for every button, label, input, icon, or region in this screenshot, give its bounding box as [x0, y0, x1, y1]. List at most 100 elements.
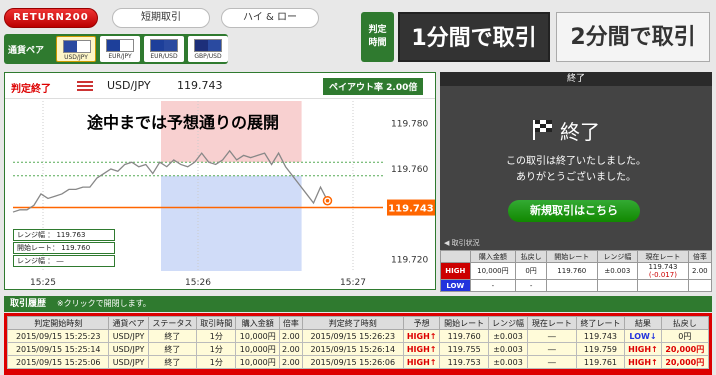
history-cell: ―: [527, 355, 577, 369]
payout-rate-badge: ペイアウト率 2.00倍: [323, 78, 424, 95]
chart-panel: 判定終了 USD/JPY 119.743 ペイアウト率 2.00倍 15:25 1…: [4, 72, 436, 290]
result-panel: 終了 終了 この取引は終了いたしました。 ありがとうございました。 新規取引はこ…: [440, 72, 713, 292]
history-cell: 2015/09/15 15:25:23: [6, 329, 110, 343]
current-rate-tag-label: 119.743: [388, 204, 434, 215]
history-cell: 2.00: [279, 355, 303, 369]
gbpusd-flag-icon: [194, 39, 222, 52]
usdjpy-flag-icon: [63, 40, 91, 53]
y-tick-label: 119.780: [391, 120, 428, 130]
history-col-header: 結果: [624, 316, 662, 330]
us-flag-icon: [77, 81, 93, 91]
start-rate-label: 開始レート： 119.760: [13, 242, 115, 254]
history-cell: USD/JPY: [108, 355, 149, 369]
history-cell: 119.760: [439, 329, 489, 343]
checkered-flag-icon: [532, 118, 556, 140]
history-cell: 20,000円: [660, 355, 710, 369]
history-cell: 2.00: [279, 342, 303, 356]
eurusd-flag-icon: [150, 39, 178, 52]
history-cell: 終了: [147, 342, 198, 356]
one-minute-button[interactable]: 1分間で取引: [398, 12, 550, 62]
history-col-header: 倍率: [279, 316, 303, 330]
history-cell: USD/JPY: [108, 329, 149, 343]
new-trade-button[interactable]: 新規取引はこちら: [508, 200, 640, 222]
y-tick-label: 119.720: [391, 256, 428, 266]
history-cell: 119.755: [439, 342, 489, 356]
result-message-1: この取引は終了いたしました。: [506, 156, 646, 167]
current-rate: 119.743: [177, 79, 223, 92]
history-cell: 2015/09/15 15:25:14: [6, 342, 110, 356]
history-cell: 終了: [147, 355, 198, 369]
history-col-header: ステータス: [147, 316, 198, 330]
history-cell: 10,000円: [235, 329, 281, 343]
history-row[interactable]: 2015/09/15 15:25:14 USD/JPY 終了 1分 10,000円 2.0…: [6, 342, 710, 356]
history-cell: 2015/09/15 15:25:06: [6, 355, 110, 369]
history-cell: 2015/09/15 15:26:23: [301, 329, 405, 343]
y-tick-label: 119.760: [391, 165, 428, 175]
history-col-header: 予想: [402, 316, 441, 330]
table-row: HIGH 10,000円 0円 119.760 ±0.003 119.743 (-…: [440, 262, 713, 280]
eurjpy-flag-icon: [106, 39, 134, 52]
history-row[interactable]: 2015/09/15 15:25:06 USD/JPY 終了 1分 10,000円 2.0…: [6, 355, 710, 369]
history-cell: 0円: [660, 329, 710, 343]
tab-short-term[interactable]: 短期取引: [112, 8, 210, 28]
history-col-header: 取引時間: [196, 316, 237, 330]
history-col-header: 払戻し: [660, 316, 710, 330]
history-col-header: 購入金額: [235, 316, 281, 330]
history-cell: 119.761: [575, 355, 626, 369]
table-row: LOW - -: [440, 279, 713, 292]
tab-return200[interactable]: RETURN200: [4, 8, 98, 28]
history-cell: HIGH↑: [402, 342, 441, 356]
history-col-header: 現在レート: [527, 316, 577, 330]
trade-status-label: ◀ 取引状況: [444, 239, 480, 247]
range-lower-label: レンジ幅 ： ―: [13, 255, 115, 267]
history-cell: 20,000円: [660, 342, 710, 356]
pair-name: USD/JPY: [107, 79, 151, 92]
history-header[interactable]: 取引履歴 ※クリックで開閉します。: [4, 296, 712, 312]
history-table: 判定開始時刻 通貨ペア ステータス 取引時間 購入金額 倍率 判定終了時刻 予想 開始レート レン…: [6, 316, 710, 369]
trade-status-table: 購入金額 払戻し 開始レート レンジ幅 現在レート 倍率 HIGH 10,000…: [440, 250, 713, 292]
table-header-row: 購入金額 払戻し 開始レート レンジ幅 現在レート 倍率: [440, 250, 713, 263]
history-cell: 10,000円: [235, 355, 281, 369]
history-cell: ―: [527, 342, 577, 356]
history-cell: 1分: [196, 329, 237, 343]
history-cell: HIGH↑: [624, 342, 662, 356]
history-cell: ±0.003: [487, 329, 529, 343]
currency-pair-bar: 通貨ペア USD/JPY EUR/JPY EUR/USD GBP/USD: [4, 34, 228, 64]
history-cell: 1分: [196, 342, 237, 356]
x-tick-label: 15:27: [340, 278, 366, 288]
history-cell: LOW↓: [624, 329, 662, 343]
history-cell: 2015/09/15 15:26:06: [301, 355, 405, 369]
range-upper-label: レンジ幅 ： 119.763: [13, 229, 115, 241]
history-cell: HIGH↑: [624, 355, 662, 369]
history-table-wrapper: 判定開始時刻 通貨ペア ステータス 取引時間 購入金額 倍率 判定終了時刻 予想 開始レート レン…: [4, 313, 712, 375]
history-col-header: 開始レート: [439, 316, 489, 330]
two-minute-button[interactable]: 2分間で取引: [556, 12, 710, 62]
history-cell: 2015/09/15 15:26:14: [301, 342, 405, 356]
history-header-row: 判定開始時刻 通貨ペア ステータス 取引時間 購入金額 倍率 判定終了時刻 予想 開始レート レン…: [6, 316, 710, 330]
history-row[interactable]: 2015/09/15 15:25:23 USD/JPY 終了 1分 10,000円 2.0…: [6, 329, 710, 343]
pair-eurjpy[interactable]: EUR/JPY: [100, 36, 140, 62]
judgement-status: 判定終了: [11, 84, 51, 95]
pair-usdjpy[interactable]: USD/JPY: [56, 36, 96, 62]
history-cell: HIGH↑: [402, 329, 441, 343]
history-cell: USD/JPY: [108, 342, 149, 356]
history-col-header: レンジ幅: [487, 316, 529, 330]
history-cell: ―: [527, 329, 577, 343]
result-message-2: ありがとうございました。: [516, 172, 636, 183]
history-col-header: 終了レート: [575, 316, 626, 330]
history-cell: 終了: [147, 329, 198, 343]
pair-gbpusd[interactable]: GBP/USD: [188, 36, 228, 62]
x-tick-label: 15:26: [185, 278, 211, 288]
end-point-dot: [325, 198, 330, 203]
tab-high-low[interactable]: ハイ & ロー: [221, 8, 319, 28]
history-col-header: 判定終了時刻: [301, 316, 405, 330]
history-cell: HIGH↑: [402, 355, 441, 369]
history-col-header: 通貨ペア: [108, 316, 149, 330]
history-col-header: 判定開始時刻: [6, 316, 110, 330]
history-cell: 10,000円: [235, 342, 281, 356]
history-cell: 2.00: [279, 329, 303, 343]
history-cell: ±0.003: [487, 342, 529, 356]
history-cell: 1分: [196, 355, 237, 369]
judgement-time-label: 判定 時間: [361, 12, 394, 62]
pair-eurusd[interactable]: EUR/USD: [144, 36, 184, 62]
